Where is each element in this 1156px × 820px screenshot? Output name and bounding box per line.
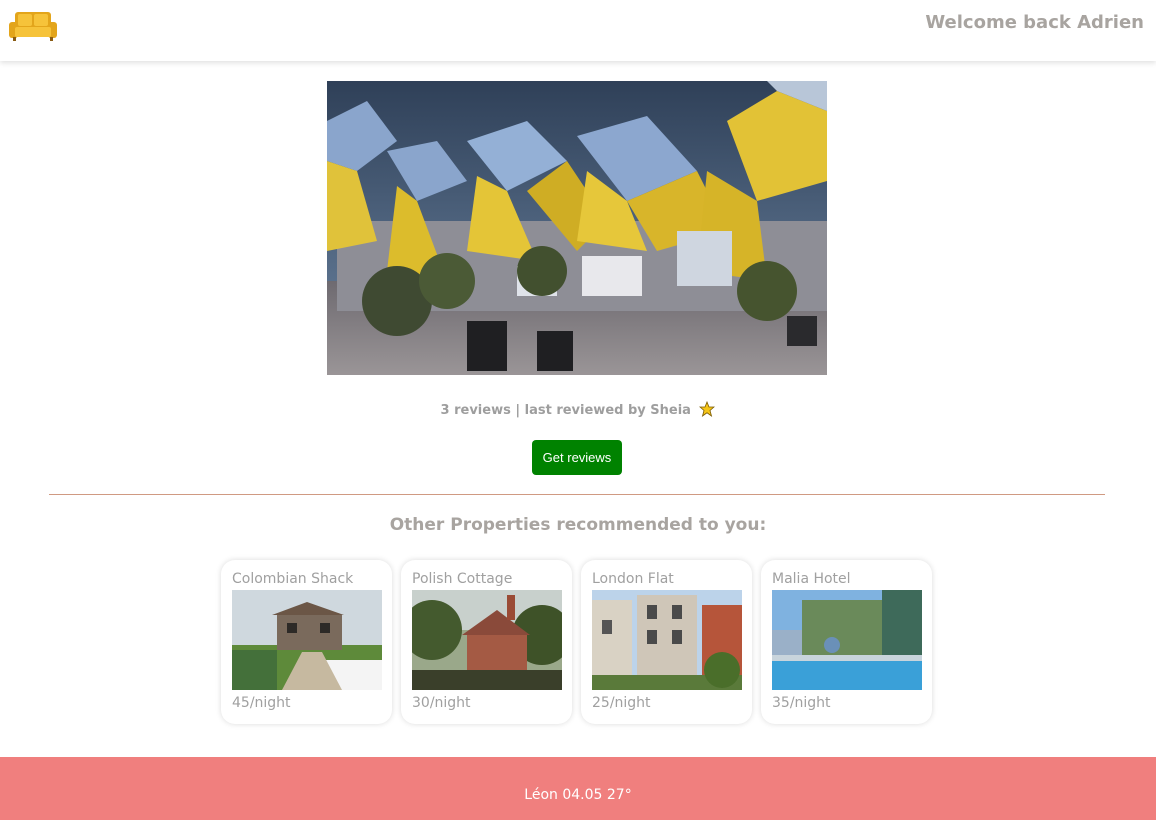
property-price: 25/night bbox=[592, 695, 651, 711]
property-card[interactable]: London Flat 25/night bbox=[581, 560, 752, 724]
section-divider bbox=[49, 494, 1105, 495]
reviews-text: 3 reviews | last reviewed by Sheia bbox=[440, 403, 691, 418]
property-thumbnail bbox=[592, 590, 742, 690]
property-name: London Flat bbox=[592, 571, 674, 587]
property-thumbnail bbox=[232, 590, 382, 690]
property-price: 45/night bbox=[232, 695, 291, 711]
property-name: Polish Cottage bbox=[412, 571, 513, 587]
property-thumbnail bbox=[772, 590, 922, 690]
weather-info: Léon 04.05 27° bbox=[524, 787, 632, 803]
get-reviews-button[interactable]: Get reviews bbox=[532, 440, 622, 475]
property-name: Colombian Shack bbox=[232, 571, 354, 587]
top-bar: Welcome back Adrien bbox=[0, 0, 1156, 61]
property-name: Malia Hotel bbox=[772, 571, 851, 587]
reviews-summary: 3 reviews | last reviewed by Sheia bbox=[0, 400, 1156, 421]
footer-bar: Léon 04.05 27° bbox=[0, 757, 1156, 820]
property-price: 35/night bbox=[772, 695, 831, 711]
property-thumbnail bbox=[412, 590, 562, 690]
property-price: 30/night bbox=[412, 695, 471, 711]
recommendations-title: Other Properties recommended to you: bbox=[389, 515, 767, 535]
property-card[interactable]: Polish Cottage 30/night bbox=[401, 560, 572, 724]
welcome-message: Welcome back Adrien bbox=[925, 12, 1144, 33]
property-card[interactable]: Colombian Shack 45/night bbox=[221, 560, 392, 724]
sofa-icon[interactable] bbox=[9, 10, 57, 42]
star-icon bbox=[699, 400, 716, 421]
property-hero-image bbox=[327, 81, 827, 375]
recommendations-list: Colombian Shack 45/night Polish Cottage bbox=[221, 560, 941, 724]
property-card[interactable]: Malia Hotel 35/night bbox=[761, 560, 932, 724]
